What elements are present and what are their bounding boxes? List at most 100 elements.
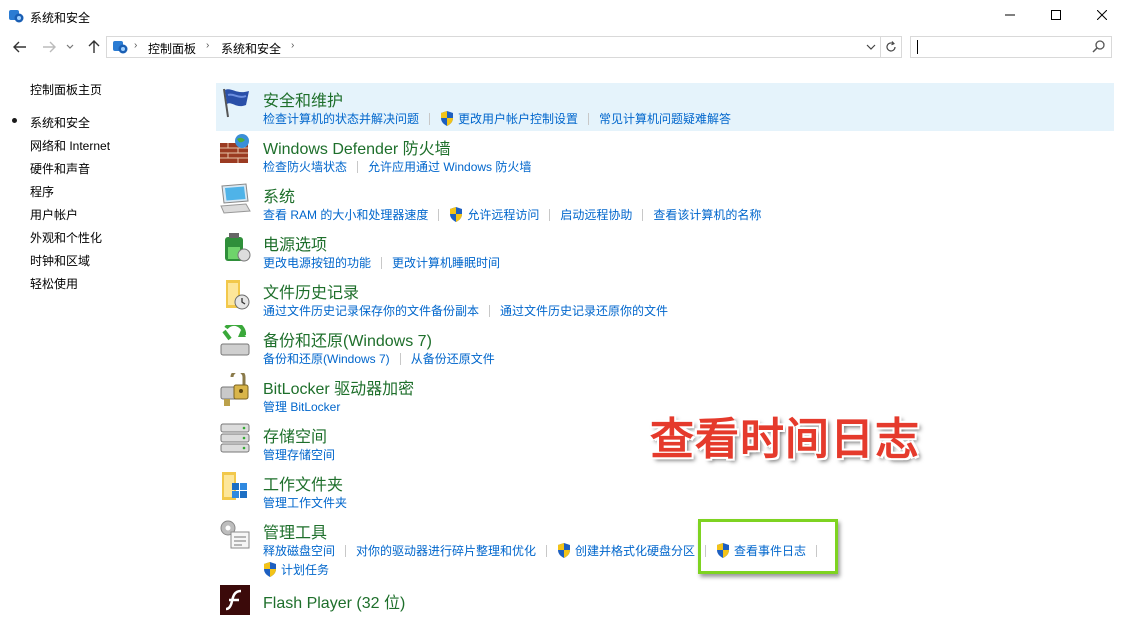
divider <box>438 208 440 221</box>
divider <box>642 208 644 221</box>
back-button[interactable] <box>11 39 29 55</box>
link-computer-name[interactable]: 查看该计算机的名称 <box>653 206 761 223</box>
firewall-icon <box>220 134 249 163</box>
chevron-down-icon[interactable] <box>866 40 876 54</box>
sidebar-item-appearance[interactable]: 外观和个性化 <box>30 229 102 246</box>
sidebar-item-network[interactable]: 网络和 Internet <box>30 137 110 154</box>
sidebar-item-home[interactable]: 控制面板主页 <box>30 81 102 98</box>
link-manage-bitlocker[interactable]: 管理 BitLocker <box>263 398 340 415</box>
category-title[interactable]: 安全和维护 <box>263 87 343 111</box>
category-title[interactable]: 电源选项 <box>263 231 327 255</box>
computer-icon <box>220 183 251 214</box>
category-power: 电源选项 更改电源按钮的功能 更改计算机睡眠时间 <box>216 227 1114 275</box>
sidebar-item-hardware[interactable]: 硬件和声音 <box>30 160 90 177</box>
link-check-status[interactable]: 检查计算机的状态并解决问题 <box>263 110 419 127</box>
forward-button[interactable] <box>40 39 58 55</box>
flag-icon <box>223 88 249 118</box>
category-flash-player: Flash Player (32 位) <box>216 583 1114 631</box>
divider <box>546 544 548 557</box>
category-work-folders: 工作文件夹 管理工作文件夹 <box>216 467 1114 515</box>
link-uac-settings[interactable]: 更改用户帐户控制设置 <box>458 110 578 127</box>
category-admin-tools: 管理工具 释放磁盘空间 对你的驱动器进行碎片整理和优化 创建并格式化硬盘分区 查… <box>216 515 1114 577</box>
link-restore-files[interactable]: 通过文件历史记录还原你的文件 <box>500 302 668 319</box>
link-remote-access[interactable]: 允许远程访问 <box>467 206 539 223</box>
link-power-button[interactable]: 更改电源按钮的功能 <box>263 254 371 271</box>
close-icon <box>1097 10 1107 20</box>
sidebar-item-programs[interactable]: 程序 <box>30 183 54 200</box>
chevron-right-icon: › <box>134 40 138 51</box>
category-title[interactable]: Flash Player (32 位) <box>263 589 405 613</box>
arrow-left-icon <box>13 41 26 53</box>
link-firewall-status[interactable]: 检查防火墙状态 <box>263 158 347 175</box>
category-title[interactable]: 系统 <box>263 183 295 207</box>
category-title[interactable]: 备份和还原(Windows 7) <box>263 327 432 351</box>
search-icon <box>1092 40 1105 53</box>
category-firewall: Windows Defender 防火墙 检查防火墙状态 允许应用通过 Wind… <box>216 131 1114 179</box>
control-panel-icon <box>9 10 24 23</box>
sidebar-item-clock-region[interactable]: 时钟和区域 <box>30 252 90 269</box>
link-defragment[interactable]: 对你的驱动器进行碎片整理和优化 <box>356 542 536 559</box>
chevron-right-icon: › <box>291 40 295 51</box>
divider <box>357 160 359 173</box>
divider <box>429 112 431 125</box>
maximize-button[interactable] <box>1033 0 1079 30</box>
divider <box>489 304 491 317</box>
link-remote-assistance[interactable]: 启动远程协助 <box>560 206 632 223</box>
power-icon <box>225 233 251 262</box>
breadcrumb-system-security[interactable]: 系统和安全 <box>221 40 281 57</box>
annotation-text: 查看时间日志 <box>650 414 920 465</box>
admin-tools-icon <box>220 520 250 549</box>
title-bar: 系统和安全 <box>0 0 1125 32</box>
refresh-button[interactable] <box>880 36 902 58</box>
flash-icon <box>220 585 250 615</box>
close-button[interactable] <box>1079 0 1125 30</box>
address-bar[interactable]: › 控制面板 › 系统和安全 › <box>106 36 881 58</box>
window-title: 系统和安全 <box>30 11 91 25</box>
category-file-history: 文件历史记录 通过文件历史记录保存你的文件备份副本 通过文件历史记录还原你的文件 <box>216 275 1114 323</box>
link-backup-restore[interactable]: 备份和还原(Windows 7) <box>263 350 390 367</box>
category-title[interactable]: 存储空间 <box>263 423 327 447</box>
link-troubleshoot[interactable]: 常见计算机问题疑难解答 <box>599 110 731 127</box>
sidebar-item-ease-of-access[interactable]: 轻松使用 <box>30 275 78 292</box>
link-manage-storage[interactable]: 管理存储空间 <box>263 446 335 463</box>
sidebar-item-user-accounts[interactable]: 用户帐户 <box>30 206 78 223</box>
category-system: 系统 查看 RAM 的大小和处理器速度 允许远程访问 启动远程协助 查看该计算机… <box>216 179 1114 227</box>
category-security-maintenance: 安全和维护 检查计算机的状态并解决问题 更改用户帐户控制设置 常见计算机问题疑难… <box>216 83 1114 131</box>
link-ram-processor[interactable]: 查看 RAM 的大小和处理器速度 <box>263 206 428 223</box>
bitlocker-icon <box>220 373 249 406</box>
uac-shield-icon <box>441 111 454 126</box>
link-manage-work-folders[interactable]: 管理工作文件夹 <box>263 494 347 511</box>
file-history-icon <box>226 280 250 310</box>
link-save-backup[interactable]: 通过文件历史记录保存你的文件备份副本 <box>263 302 479 319</box>
uac-shield-icon <box>558 543 571 558</box>
backup-icon <box>220 325 250 356</box>
minimize-icon <box>1005 14 1015 16</box>
category-title[interactable]: 工作文件夹 <box>263 471 343 495</box>
arrow-right-icon <box>43 41 56 53</box>
category-title[interactable]: 管理工具 <box>263 519 327 543</box>
sidebar-item-system-security: 系统和安全 <box>30 116 91 130</box>
link-allow-app[interactable]: 允许应用通过 Windows 防火墙 <box>368 158 531 175</box>
link-schedule-tasks[interactable]: 计划任务 <box>281 561 329 578</box>
divider <box>588 112 590 125</box>
chevron-down-icon <box>66 44 74 49</box>
divider <box>345 544 347 557</box>
link-restore-from-backup[interactable]: 从备份还原文件 <box>411 350 495 367</box>
category-title[interactable]: BitLocker 驱动器加密 <box>263 375 414 399</box>
link-create-partitions[interactable]: 创建并格式化硬盘分区 <box>575 542 695 559</box>
annotation-highlight-box <box>698 519 838 574</box>
category-title[interactable]: Windows Defender 防火墙 <box>263 135 451 159</box>
active-bullet-icon <box>12 118 17 123</box>
text-caret <box>917 40 918 54</box>
breadcrumb-control-panel[interactable]: 控制面板 <box>148 40 196 57</box>
minimize-button[interactable] <box>987 0 1033 30</box>
chevron-right-icon: › <box>206 40 210 51</box>
uac-shield-icon <box>264 562 276 577</box>
recent-locations-button[interactable] <box>64 39 76 55</box>
category-title[interactable]: 文件历史记录 <box>263 279 359 303</box>
work-folders-icon <box>222 472 247 500</box>
link-sleep-time[interactable]: 更改计算机睡眠时间 <box>392 254 500 271</box>
link-free-disk-space[interactable]: 释放磁盘空间 <box>263 542 335 559</box>
up-button[interactable] <box>85 39 103 55</box>
search-input[interactable] <box>910 36 1112 58</box>
